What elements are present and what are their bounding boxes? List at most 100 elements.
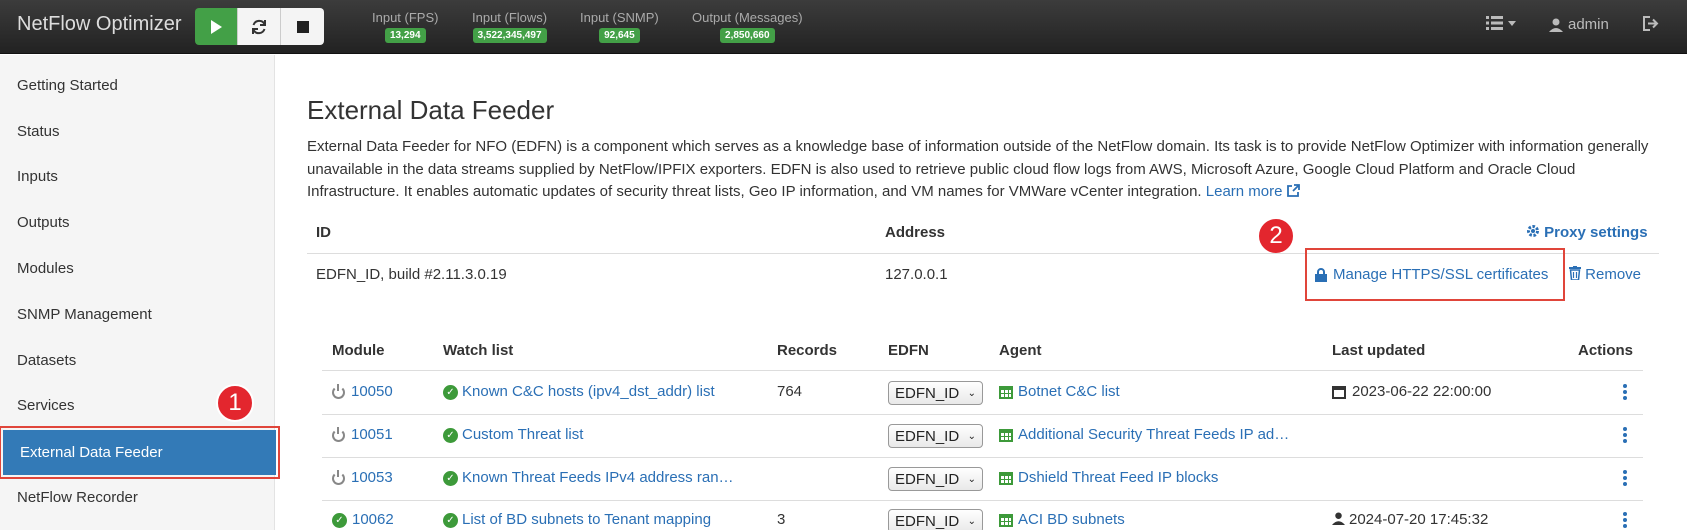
table-icon (999, 513, 1013, 527)
username: admin (1568, 16, 1609, 33)
counter-value: 3,522,345,497 (472, 28, 547, 43)
edfn-select[interactable]: EDFN_ID ⌄ (888, 467, 983, 491)
records-count: 3 (777, 511, 786, 528)
list-icon (1486, 16, 1503, 30)
step-marker-2: 2 (1257, 217, 1295, 255)
column-header-module: Module (332, 342, 385, 359)
table-icon (999, 471, 1013, 485)
check-icon: ✓ (443, 512, 458, 528)
feeder-address: 127.0.0.1 (885, 266, 948, 283)
agent-link[interactable]: ACI BD subnets (999, 511, 1125, 528)
watch-list-link[interactable]: ✓ List of BD subnets to Tenant mapping (443, 511, 711, 528)
last-updated: 2023-06-22 22:00:00 (1332, 383, 1491, 400)
lock-icon (1315, 267, 1327, 282)
chevron-down-icon: ⌄ (967, 430, 976, 442)
watch-list-link[interactable]: ✓ Known Threat Feeds IPv4 address ran… (443, 469, 734, 486)
check-icon: ✓ (443, 470, 458, 486)
learn-more-link[interactable]: Learn more (1206, 183, 1300, 200)
counter-input-snmp: Input (SNMP) 92,645 (580, 10, 659, 43)
play-icon (211, 19, 222, 34)
table-icon (999, 385, 1013, 399)
description-text: External Data Feeder for NFO (EDFN) is a… (307, 138, 1649, 200)
chevron-down-icon: ⌄ (967, 515, 976, 527)
power-icon (332, 469, 345, 485)
feeder-id: EDFN_ID, build #2.11.3.0.19 (316, 266, 507, 283)
column-header-watch-list: Watch list (443, 342, 514, 359)
counter-output-messages: Output (Messages) 2,850,660 (692, 10, 803, 43)
table-icon (999, 428, 1013, 442)
sidebar-item-datasets[interactable]: Datasets (0, 338, 275, 383)
sidebar-item-getting-started[interactable]: Getting Started (0, 63, 275, 108)
stop-icon (296, 20, 309, 33)
module-link[interactable]: ✓ 10062 (332, 511, 394, 528)
agent-link[interactable]: Botnet C&C list (999, 383, 1120, 400)
user-menu[interactable]: admin (1549, 16, 1609, 33)
start-button[interactable] (195, 8, 238, 45)
power-icon (332, 383, 345, 399)
counter-value: 92,645 (599, 28, 640, 43)
column-header-records: Records (777, 342, 838, 359)
refresh-icon (252, 19, 266, 34)
counter-input-flows: Input (Flows) 3,522,345,497 (472, 10, 547, 43)
chevron-down-icon: ⌄ (967, 473, 976, 485)
module-link[interactable]: 10050 (332, 383, 393, 400)
stop-button[interactable] (281, 8, 324, 45)
page-title: External Data Feeder (307, 95, 555, 125)
agent-link[interactable]: Additional Security Threat Feeds IP ad… (999, 426, 1289, 443)
column-header-id: ID (316, 224, 331, 241)
counter-value: 13,294 (384, 28, 426, 43)
sidebar-item-outputs[interactable]: Outputs (0, 200, 275, 245)
column-header-actions: Actions (1578, 342, 1634, 359)
sidebar-item-netflow-recorder[interactable]: NetFlow Recorder (0, 475, 275, 520)
counter-value: 2,850,660 (720, 28, 775, 43)
last-updated: 2024-07-20 17:45:32 (1332, 511, 1488, 528)
counter-label: Input (SNMP) (580, 10, 659, 25)
sidebar-item-external-data-feeder[interactable]: External Data Feeder (0, 426, 280, 479)
remove-feeder-link[interactable]: Remove (1569, 266, 1641, 283)
external-link-icon (1286, 184, 1300, 197)
edfn-select[interactable]: EDFN_ID ⌄ (888, 424, 983, 448)
counter-label: Input (Flows) (472, 10, 548, 25)
step-marker-1: 1 (216, 384, 254, 422)
calendar-icon (1332, 385, 1346, 399)
watch-list-link[interactable]: ✓ Custom Threat list (443, 426, 583, 443)
counter-label: Output (Messages) (692, 10, 803, 25)
records-count: 764 (777, 383, 803, 400)
check-icon: ✓ (332, 512, 347, 528)
proxy-settings-link[interactable]: Proxy settings (1526, 224, 1648, 241)
sidebar-item-inputs[interactable]: Inputs (0, 154, 275, 199)
sidebar-item-status[interactable]: Status (0, 109, 275, 154)
divider (322, 500, 1643, 501)
chevron-down-icon: ⌄ (967, 387, 976, 399)
manage-ssl-certificates-link[interactable]: Manage HTTPS/SSL certificates (1305, 248, 1565, 301)
menu-dropdown[interactable] (1486, 16, 1516, 30)
edfn-select[interactable]: EDFN_ID ⌄ (888, 509, 983, 530)
brand-title[interactable]: NetFlow Optimizer (17, 13, 181, 36)
page-description: External Data Feeder for NFO (EDFN) is a… (307, 136, 1662, 204)
divider (322, 370, 1643, 371)
module-link[interactable]: 10051 (332, 426, 393, 443)
row-actions-menu[interactable] (1623, 384, 1627, 402)
edfn-select[interactable]: EDFN_ID ⌄ (888, 381, 983, 405)
column-header-address: Address (885, 224, 946, 241)
restart-button[interactable] (238, 8, 281, 45)
sidebar-item-modules[interactable]: Modules (0, 246, 275, 291)
counter-label: Input (FPS) (372, 10, 439, 25)
caret-down-icon (1508, 20, 1516, 26)
power-icon (332, 426, 345, 442)
module-link[interactable]: 10053 (332, 469, 393, 486)
trash-icon (1569, 266, 1581, 281)
sidebar-item-snmp-management[interactable]: SNMP Management (0, 292, 275, 337)
row-actions-menu[interactable] (1623, 427, 1627, 445)
check-icon: ✓ (443, 384, 458, 400)
check-icon: ✓ (443, 427, 458, 443)
user-icon (1549, 18, 1563, 32)
logout-button[interactable] (1643, 16, 1659, 31)
row-actions-menu[interactable] (1623, 470, 1627, 488)
row-actions-menu[interactable] (1623, 512, 1627, 530)
divider (322, 457, 1643, 458)
agent-link[interactable]: Dshield Threat Feed IP blocks (999, 469, 1218, 486)
column-header-edfn: EDFN (888, 342, 929, 359)
column-header-agent: Agent (999, 342, 1042, 359)
watch-list-link[interactable]: ✓ Known C&C hosts (ipv4_dst_addr) list (443, 383, 715, 400)
